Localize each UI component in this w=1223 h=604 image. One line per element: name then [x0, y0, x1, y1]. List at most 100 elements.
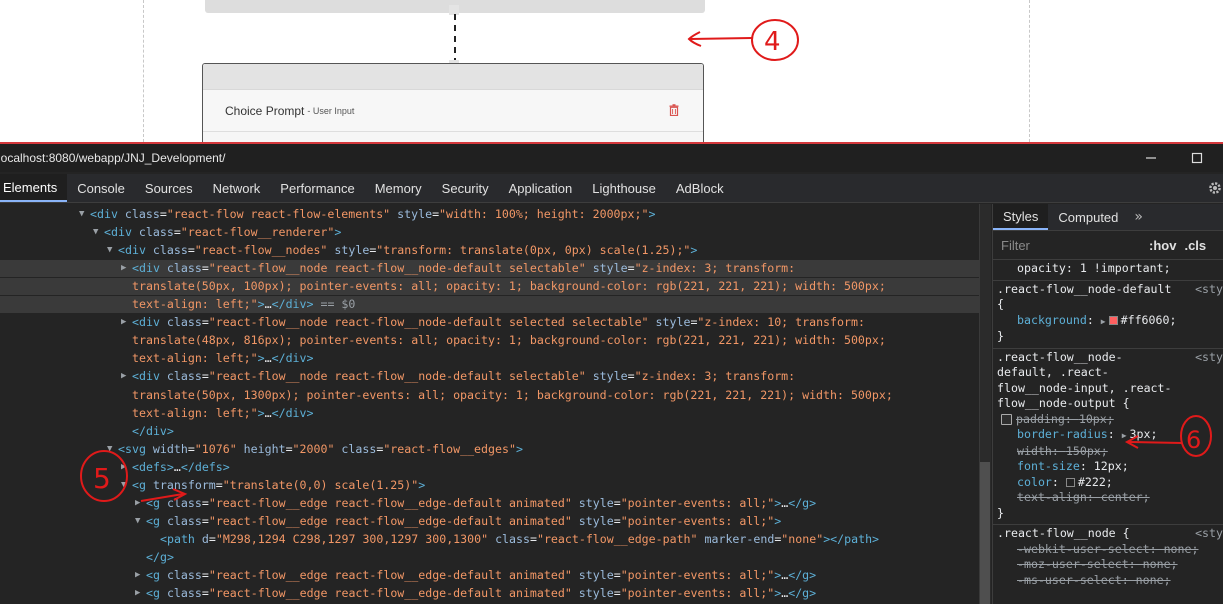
expand-caret-icon[interactable]: ▶ [1101, 317, 1106, 326]
tab-network[interactable]: Network [203, 174, 271, 202]
dom-node-markup: <div class="react-flow__node react-flow_… [132, 369, 796, 384]
rule-selector[interactable]: flow__node-output { [997, 396, 1223, 412]
dom-node-line[interactable]: ▶ <defs>…</defs> [0, 459, 979, 476]
rule-selector[interactable]: flow__node-input, .react- [997, 381, 1223, 397]
tab-adblock[interactable]: AdBlock [666, 174, 734, 202]
dom-node-line[interactable]: text-align: left;">…</div> == $0 [0, 296, 979, 314]
background-declaration[interactable]: background: ▶ #ff6060; [997, 313, 1223, 330]
dom-node-line[interactable]: ▶ <g class="react-flow__edge react-flow__… [0, 567, 979, 584]
maximize-button[interactable] [1187, 149, 1207, 167]
trash-icon[interactable] [669, 104, 679, 116]
tab-application[interactable]: Application [499, 174, 583, 202]
more-tabs-chevron-icon[interactable]: » [1128, 204, 1149, 230]
flow-edge-dashed[interactable] [454, 14, 456, 64]
canvas-guide-right [1029, 0, 1030, 142]
dom-node-line[interactable]: ▶ <g class="react-flow__edge react-flow__… [0, 585, 979, 602]
tab-computed[interactable]: Computed [1048, 204, 1128, 230]
tab-console[interactable]: Console [67, 174, 135, 202]
color-swatch[interactable] [1108, 315, 1118, 325]
rule-source-link[interactable]: <sty [1195, 350, 1223, 364]
dom-node-line[interactable]: text-align: left;">…</div> [0, 350, 979, 367]
declaration-checkbox[interactable] [1001, 413, 1012, 425]
tab-security[interactable]: Security [432, 174, 499, 202]
css-declaration-webkit-user-select[interactable]: -webkit-user-select: none; [997, 542, 1223, 558]
prompt-title: Choice Prompt [225, 103, 305, 118]
expand-down-triangle-icon[interactable]: ▼ [93, 224, 98, 241]
rule-selector[interactable]: default, .react- [997, 365, 1223, 381]
dom-node-line[interactable]: ▶ <g class="react-flow__edge react-flow__… [0, 495, 979, 512]
dom-node-line[interactable]: text-align: left;">…</div> [0, 405, 979, 422]
canvas-guide-left [143, 0, 144, 142]
dom-node-line[interactable]: ▼ <div class="react-flow__renderer"> [0, 224, 979, 241]
dom-node-line[interactable]: translate(50px, 1300px); pointer-events:… [0, 387, 979, 404]
expand-right-triangle-icon[interactable]: ▶ [135, 585, 140, 602]
cls-toggle[interactable]: .cls [1184, 238, 1206, 253]
styles-filter-row: :hov .cls [993, 231, 1223, 260]
expand-down-triangle-icon[interactable]: ▼ [107, 441, 112, 458]
hov-toggle[interactable]: :hov [1149, 238, 1176, 253]
style-rule-node: <sty .react-flow__node {-webkit-user-sel… [993, 525, 1223, 591]
tab-lighthouse[interactable]: Lighthouse [582, 174, 666, 202]
expand-right-triangle-icon[interactable]: ▶ [121, 459, 126, 476]
dom-node-markup: text-align: left;">…</div> [132, 351, 314, 366]
dom-node-line[interactable]: </div> [0, 423, 979, 440]
rule-selector[interactable]: .react-flow__node- [997, 350, 1223, 366]
expand-down-triangle-icon[interactable]: ▼ [121, 477, 126, 494]
expand-caret-icon[interactable]: ▶ [1122, 431, 1127, 440]
dom-node-markup: </g> [146, 549, 174, 564]
annotation-4-label: 4 [764, 27, 781, 57]
expand-down-triangle-icon[interactable]: ▼ [107, 242, 112, 259]
css-declaration-padding[interactable]: padding: 10px; [997, 412, 1223, 428]
color-swatch[interactable] [1065, 477, 1075, 487]
gear-icon[interactable] [1207, 180, 1223, 196]
dom-node-line[interactable]: ▼ <div class="react-flow react-flow-eleme… [0, 206, 979, 223]
dom-node-line[interactable]: ▼ <svg width="1076" height="2000" class="… [0, 441, 979, 458]
css-declaration-color[interactable]: color: #222; [997, 475, 1223, 491]
css-declaration-moz-user-select[interactable]: -moz-user-select: none; [997, 557, 1223, 573]
css-declaration-ms-user-select[interactable]: -ms-user-select: none; [997, 573, 1223, 589]
choice-prompt-node[interactable]: Choice Prompt - User Input [202, 63, 704, 142]
minimize-button[interactable] [1141, 149, 1161, 167]
dom-node-line[interactable]: ▼ <g class="react-flow__edge react-flow__… [0, 513, 979, 530]
dom-node-line[interactable]: <path d="M298,1294 C298,1297 300,1297 30… [0, 531, 979, 548]
dom-tree-scroll-thumb[interactable] [980, 462, 990, 604]
dom-node-line[interactable]: </g> [0, 549, 979, 566]
expand-down-triangle-icon[interactable]: ▼ [79, 206, 84, 223]
tab-memory[interactable]: Memory [365, 174, 432, 202]
dom-node-line[interactable]: ▶ <div class="react-flow__node react-flow… [0, 260, 979, 278]
rule-source-link[interactable]: <sty [1195, 282, 1223, 296]
prompt-row[interactable]: Choice Prompt - User Input [203, 90, 703, 132]
expand-right-triangle-icon[interactable]: ▶ [121, 368, 126, 385]
dom-node-line[interactable]: ▼ <g transform="translate(0,0) scale(1.25… [0, 477, 979, 494]
tab-elements[interactable]: Elements [0, 174, 68, 202]
dom-node-line[interactable]: ▶ <div class="react-flow__node react-flow… [0, 314, 979, 331]
tab-styles[interactable]: Styles [993, 204, 1049, 230]
dom-node-line[interactable]: translate(48px, 816px); pointer-events: … [0, 332, 979, 349]
elements-dom-tree[interactable]: ▼ <div class="react-flow react-flow-eleme… [0, 204, 979, 604]
dom-node-line[interactable]: ▼ <div class="react-flow__nodes" style="t… [0, 242, 979, 259]
expand-right-triangle-icon[interactable]: ▶ [135, 495, 140, 512]
tab-sources[interactable]: Sources [135, 174, 203, 202]
dom-node-markup: <div class="react-flow__renderer"> [104, 225, 342, 240]
tab-performance[interactable]: Performance [270, 174, 364, 202]
rule-selector[interactable]: .react-flow__node-default [997, 282, 1172, 296]
devtools-title-bar: localhost:8080/webapp/JNJ_Development/ [0, 144, 1223, 172]
opacity-declaration[interactable]: opacity: 1 !important; [997, 261, 1223, 277]
dom-node-line[interactable]: translate(50px, 100px); pointer-events: … [0, 278, 979, 296]
dom-node-line[interactable]: ▶ <div class="react-flow__node react-flow… [0, 368, 979, 385]
styles-filter-input[interactable] [1001, 237, 1141, 253]
expand-right-triangle-icon[interactable]: ▶ [121, 314, 126, 331]
css-declaration-border-radius[interactable]: border-radius: ▶ 3px; [997, 427, 1223, 444]
dom-node-markup: <g transform="translate(0,0) scale(1.25)… [132, 477, 426, 492]
css-declaration-font-size[interactable]: font-size: 12px; [997, 459, 1223, 475]
minimize-icon [1146, 157, 1156, 159]
css-declaration-width[interactable]: width: 150px; [997, 444, 1223, 460]
expand-right-triangle-icon[interactable]: ▶ [135, 567, 140, 584]
expand-right-triangle-icon[interactable]: ▶ [121, 260, 126, 277]
css-declaration-text-align[interactable]: text-align: center; [997, 490, 1223, 506]
expand-down-triangle-icon[interactable]: ▼ [135, 513, 140, 530]
rule-source-link[interactable]: <sty [1195, 526, 1223, 540]
rule-selector[interactable]: .react-flow__node { [997, 526, 1223, 542]
dom-node-markup: <div class="react-flow__nodes" style="tr… [118, 243, 698, 258]
style-rule-node-group: <sty .react-flow__node-default, .react-f… [993, 349, 1223, 525]
